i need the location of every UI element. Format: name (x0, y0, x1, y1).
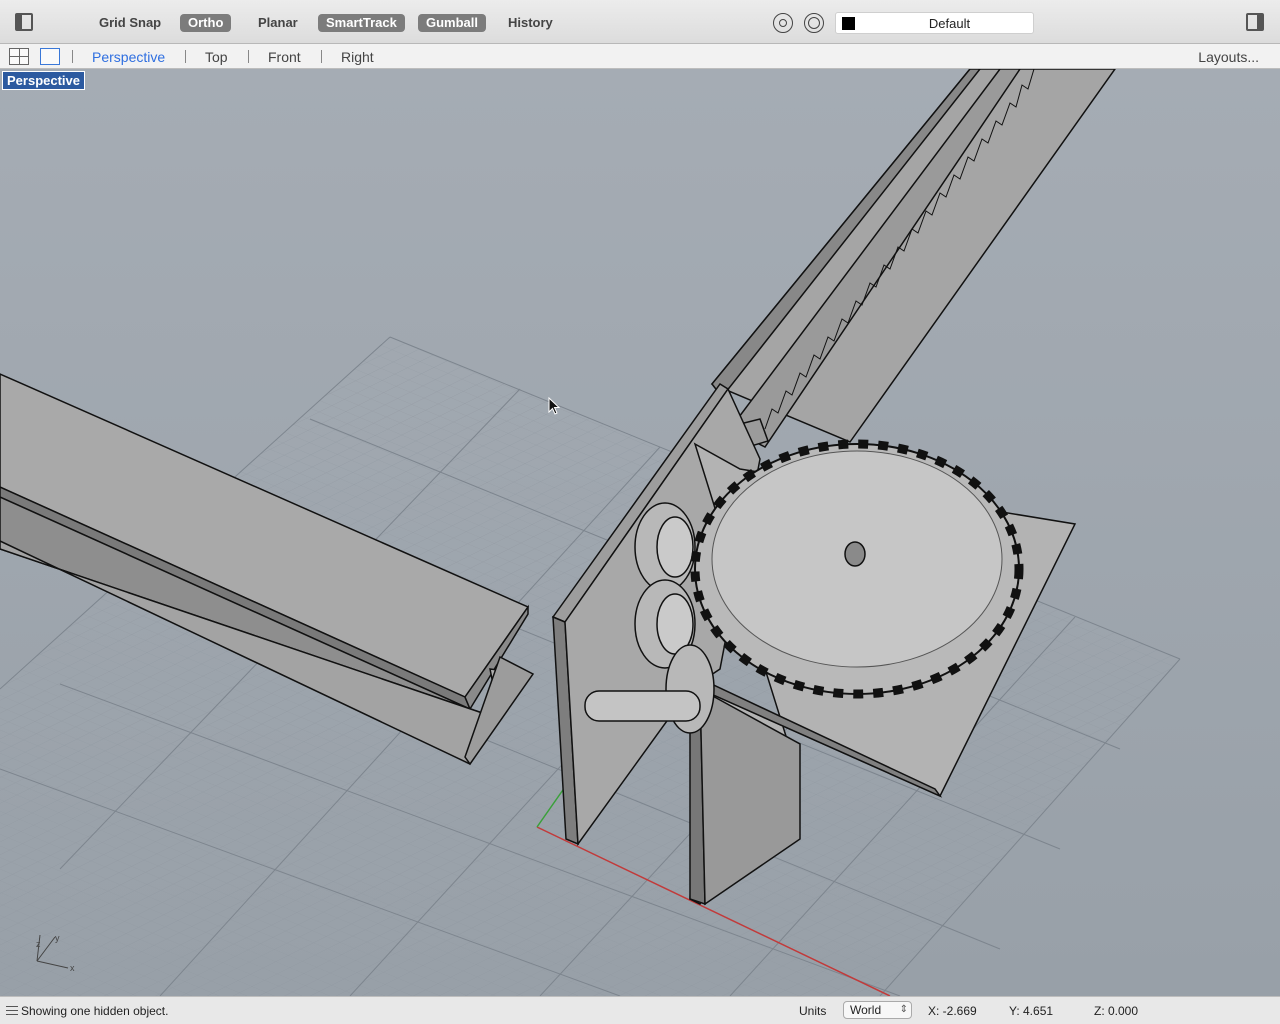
status-message: Showing one hidden object. (21, 1004, 169, 1018)
tab-top[interactable]: Top (205, 49, 228, 65)
layer-name: Default (928, 16, 971, 31)
tab-right[interactable]: Right (341, 49, 374, 65)
gumball-toggle[interactable]: Gumball (418, 14, 487, 32)
x-coordinate: X: -2.669 (928, 1004, 977, 1018)
left-panel-toggle-icon[interactable] (15, 13, 33, 31)
units-label: Units (799, 1004, 827, 1018)
scene-canvas[interactable]: x y z (0, 69, 1280, 996)
top-toolbar: Grid Snap Ortho Planar SmartTrack Gumbal… (0, 0, 1280, 44)
smarttrack-toggle[interactable]: SmartTrack (318, 14, 405, 32)
triad-y-label: y (55, 933, 60, 943)
history-toggle[interactable]: History (500, 14, 561, 32)
layer-selector[interactable]: Default (835, 12, 1034, 34)
y-coordinate: Y: 4.651 (1009, 1004, 1054, 1018)
triad-z-label: z (36, 939, 41, 949)
viewport-tab-bar: Perspective Top Front Right Layouts... (0, 44, 1280, 69)
tab-separator (248, 50, 249, 63)
status-bar: Showing one hidden object. Units World X… (0, 996, 1280, 1024)
z-coordinate: Z: 0.000 (1094, 1004, 1139, 1018)
four-viewport-layout-icon[interactable] (9, 48, 29, 65)
units-dropdown[interactable]: World (843, 1001, 912, 1019)
single-viewport-layout-icon[interactable] (40, 48, 60, 65)
osnap-target-icon[interactable] (804, 13, 824, 33)
tab-perspective[interactable]: Perspective (92, 49, 165, 65)
tab-separator (321, 50, 322, 63)
units-value: World (850, 1003, 882, 1017)
triad-x-label: x (70, 963, 75, 973)
command-history-icon[interactable] (6, 1006, 18, 1015)
rack-rail (710, 69, 1116, 452)
viewport-title[interactable]: Perspective (2, 71, 85, 90)
perspective-viewport[interactable]: x y z Perspective (0, 69, 1280, 996)
layouts-menu[interactable]: Layouts... (1198, 49, 1259, 65)
grid-snap-toggle[interactable]: Grid Snap (91, 14, 169, 32)
ortho-toggle[interactable]: Ortho (180, 14, 232, 32)
tab-separator (72, 50, 73, 63)
right-panel-toggle-icon[interactable] (1246, 13, 1264, 31)
planar-toggle[interactable]: Planar (250, 14, 306, 32)
tab-separator (185, 50, 186, 63)
mouse-cursor-icon (548, 397, 561, 415)
spur-gear (690, 439, 1024, 699)
layer-color-swatch (842, 17, 855, 30)
object-snap-icon[interactable] (773, 13, 793, 33)
tab-front[interactable]: Front (268, 49, 301, 65)
